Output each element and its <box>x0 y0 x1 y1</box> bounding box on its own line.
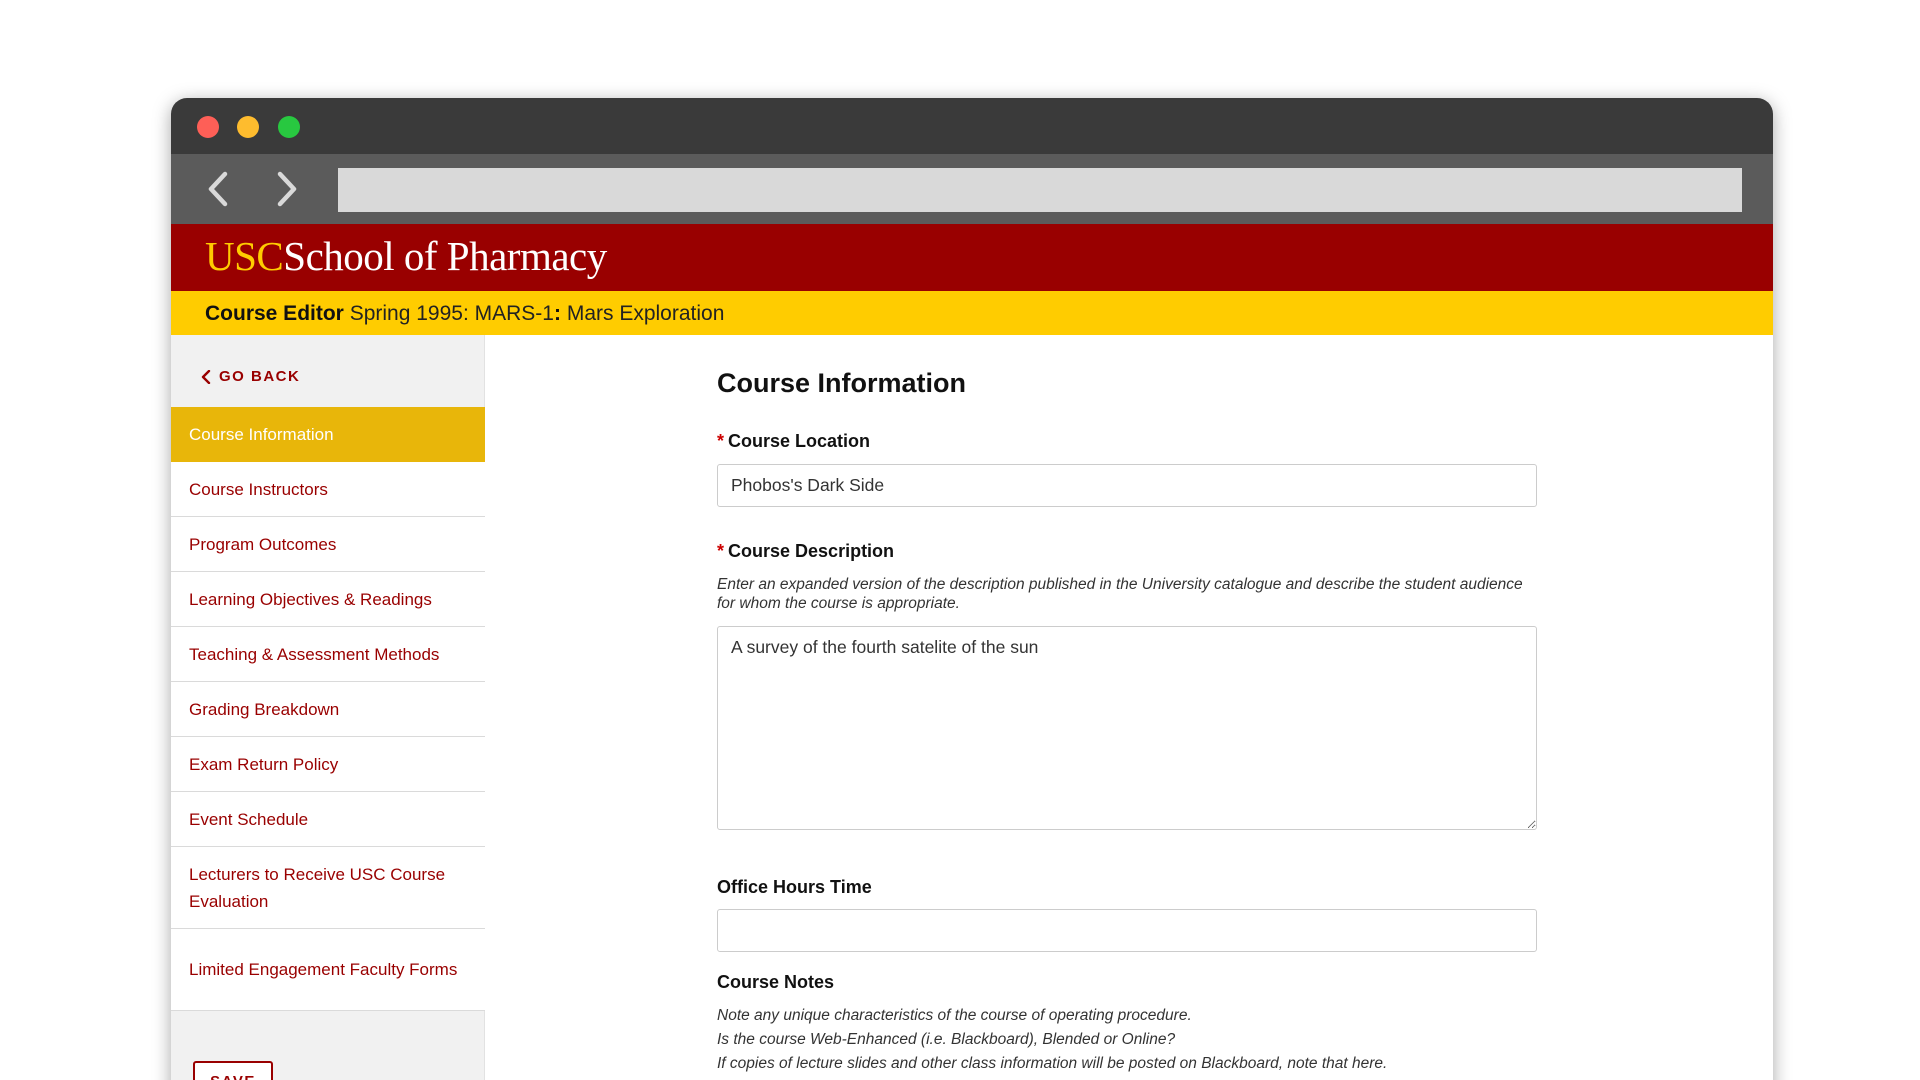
sidebar-item-label: Program Outcomes <box>189 534 337 554</box>
sidebar: GO BACK Course Information Course Instru… <box>171 335 485 1080</box>
logo-usc: USC <box>205 233 284 279</box>
go-back-link[interactable]: GO BACK <box>201 368 300 385</box>
page-content: GO BACK Course Information Course Instru… <box>171 335 1773 1080</box>
back-arrow-icon[interactable] <box>199 168 241 210</box>
sidebar-item-course-information[interactable]: Course Information <box>171 407 485 462</box>
minimize-dot[interactable] <box>237 116 259 138</box>
sidebar-item-label: Event Schedule <box>189 809 309 829</box>
sidebar-item-course-instructors[interactable]: Course Instructors <box>171 462 485 517</box>
required-asterisk: * <box>717 431 725 451</box>
sidebar-item-label: Exam Return Policy <box>189 754 339 774</box>
address-bar[interactable] <box>338 168 1742 212</box>
brand-header: USCSchool of Pharmacy <box>171 224 1773 291</box>
browser-window: USCSchool of Pharmacy Course Editor Spri… <box>171 98 1773 1080</box>
course-notes-help: Note any unique characteristics of the c… <box>717 1004 1387 1076</box>
sidebar-item-label: Course Instructors <box>189 479 328 499</box>
sidebar-item-faculty-forms[interactable]: Limited Engagement Faculty Forms <box>171 929 485 1011</box>
course-notes-help-line: Note any unique characteristics of the c… <box>717 1007 1192 1024</box>
course-description-help: Enter an expanded version of the descrip… <box>717 576 1523 612</box>
course-description-label-text: Course Description <box>728 541 895 561</box>
sidebar-item-learning-objectives[interactable]: Learning Objectives & Readings <box>171 572 485 627</box>
required-asterisk: * <box>717 541 725 561</box>
course-location-label-text: Course Location <box>728 431 871 451</box>
term-course: Spring 1995: MARS-1 <box>349 302 554 325</box>
course-editor-bar: Course Editor Spring 1995: MARS-1: Mars … <box>171 291 1773 335</box>
course-notes-label: Course Notes <box>717 972 835 992</box>
course-location-label: * Course Location <box>717 431 870 452</box>
editor-label: Course Editor <box>205 302 344 325</box>
sidebar-item-grading-breakdown[interactable]: Grading Breakdown <box>171 682 485 737</box>
save-button[interactable]: SAVE <box>193 1061 273 1080</box>
maximize-dot[interactable] <box>278 116 300 138</box>
school-logo: USCSchool of Pharmacy <box>205 232 607 280</box>
title-bar <box>171 98 1773 154</box>
course-description-textarea[interactable]: A survey of the fourth satelite of the s… <box>717 626 1537 830</box>
course-description-label: * Course Description <box>717 541 894 562</box>
sidebar-item-label: Limited Engagement Faculty Forms <box>189 960 458 979</box>
chevron-left-icon <box>201 369 211 384</box>
sidebar-item-teaching-assessment[interactable]: Teaching & Assessment Methods <box>171 627 485 682</box>
sidebar-item-exam-return-policy[interactable]: Exam Return Policy <box>171 737 485 792</box>
close-dot[interactable] <box>197 116 219 138</box>
browser-nav-bar <box>171 154 1773 224</box>
course-location-input[interactable] <box>717 464 1537 507</box>
office-hours-label: Office Hours Time <box>717 877 872 897</box>
sidebar-item-label: Grading Breakdown <box>189 699 340 719</box>
course-notes-help-line: If copies of lecture slides and other cl… <box>717 1055 1388 1072</box>
sidebar-item-label: Lecturers to Receive USC Course Evaluati… <box>189 864 446 911</box>
course-name: Mars Exploration <box>566 302 725 325</box>
sidebar-item-label: Learning Objectives & Readings <box>189 589 432 609</box>
sidebar-item-program-outcomes[interactable]: Program Outcomes <box>171 517 485 572</box>
sidebar-item-event-schedule[interactable]: Event Schedule <box>171 792 485 847</box>
course-notes-help-line: Is the course Web-Enhanced (i.e. Blackbo… <box>717 1031 1176 1048</box>
go-back-label: GO BACK <box>219 368 301 385</box>
sidebar-item-label: Course Information <box>189 424 334 444</box>
title-separator: : <box>553 302 561 325</box>
page-title: Course Information <box>717 368 967 398</box>
sidebar-item-label: Teaching & Assessment Methods <box>189 644 440 664</box>
sidebar-item-lecturers-evaluation[interactable]: Lecturers to Receive USC Course Evaluati… <box>171 847 485 929</box>
forward-arrow-icon[interactable] <box>266 168 308 210</box>
course-editor-title: Course Editor Spring 1995: MARS-1: Mars … <box>205 302 724 326</box>
sidebar-nav: Course Information Course Instructors Pr… <box>171 407 485 1011</box>
office-hours-input[interactable] <box>717 909 1537 952</box>
logo-school: School of Pharmacy <box>283 233 607 279</box>
